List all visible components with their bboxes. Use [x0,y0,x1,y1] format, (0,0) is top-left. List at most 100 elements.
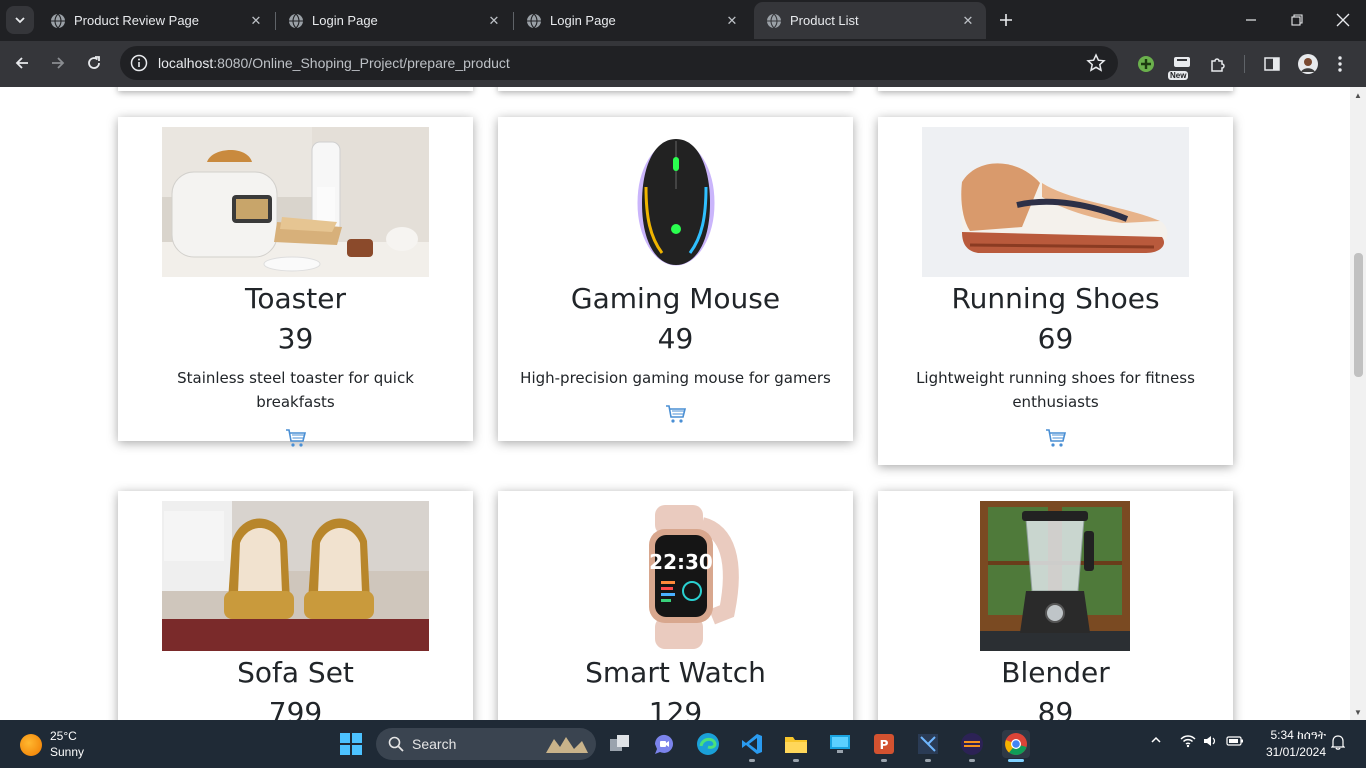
running-indicator [1008,759,1024,762]
weather-condition[interactable]: Sunny [50,745,84,759]
taskbar-search-box[interactable]: Search [376,728,596,760]
vscode-icon[interactable] [738,730,766,762]
reload-button[interactable] [79,48,109,78]
notification-bell-icon[interactable] [1330,734,1346,753]
profile-avatar[interactable] [1296,52,1320,76]
sofa-set-image [162,501,429,651]
blender-image [922,501,1189,651]
page-scrollbar[interactable]: ▲ ▼ [1350,87,1366,720]
windows-taskbar: 25°C Sunny Search P 5:34 ከሰዓት 31/01/2024 [0,720,1366,768]
globe-icon [766,13,782,29]
running-indicator [925,759,931,762]
close-window-button[interactable] [1320,0,1366,40]
restore-icon [1291,14,1303,26]
product-name: Running Shoes [951,282,1160,315]
product-price: 89 [1037,696,1074,720]
tab-title: Login Page [550,13,616,28]
tab-title: Product List [790,13,859,28]
product-name: Gaming Mouse [570,282,781,315]
product-price: 49 [657,322,694,355]
dev-tool-icon[interactable] [914,730,942,762]
arrow-right-icon [52,57,65,69]
task-view-icon[interactable] [606,730,634,758]
product-name: Smart Watch [585,656,766,689]
powerpoint-icon[interactable]: P [870,730,898,762]
product-price: 69 [1037,322,1074,355]
info-icon[interactable] [130,54,148,72]
toolbar-divider [1244,55,1245,73]
smart-watch-image: 22:30 [542,501,809,651]
close-icon [1336,13,1350,27]
close-tab-icon[interactable]: ✕ [720,9,744,33]
bookmark-star-icon[interactable] [1086,53,1106,73]
menu-kebab-icon[interactable] [1328,52,1352,76]
running-indicator [793,759,799,762]
edge-browser-icon[interactable] [694,730,722,758]
product-name: Sofa Set [237,656,354,689]
tab-strip: Product Review Page ✕ Login Page ✕ Login… [0,0,1366,41]
svg-text:22:30: 22:30 [649,550,713,574]
minimize-icon [1246,19,1256,21]
tab-product-list[interactable]: Product List ✕ [754,2,986,39]
chat-app-icon[interactable] [650,730,678,758]
scroll-down-arrow-icon[interactable]: ▼ [1350,704,1366,720]
tab-login-2[interactable]: Login Page ✕ [514,2,750,39]
reload-icon [88,56,100,69]
search-icon [388,736,404,752]
chevron-down-icon [15,17,25,24]
file-explorer-icon[interactable] [782,730,810,762]
product-card-partial [498,87,853,91]
new-tab-button[interactable] [994,8,1018,32]
product-card: Blender 89 [878,491,1233,720]
extension-green-icon[interactable] [1134,52,1158,76]
tab-title: Login Page [312,13,378,28]
forward-button[interactable] [43,48,73,78]
extension-new-icon[interactable]: New [1168,52,1194,80]
scroll-thumb[interactable] [1354,253,1363,377]
gaming-mouse-image [542,127,809,277]
sun-weather-icon[interactable] [20,734,42,756]
url-host: localhost [158,55,214,71]
toaster-image [162,127,429,277]
minimize-button[interactable] [1228,0,1274,40]
extensions-puzzle-icon[interactable] [1206,52,1230,76]
extension-badge: New [1168,71,1189,80]
scroll-up-arrow-icon[interactable]: ▲ [1350,87,1366,103]
page-viewport: Toaster 39 Stainless steel toaster for q… [0,87,1350,720]
close-tab-icon[interactable]: ✕ [482,9,506,33]
svg-text:P: P [880,738,889,752]
clock-time[interactable]: 5:34 ከሰዓት [1264,728,1326,743]
add-to-cart-icon[interactable] [1045,428,1067,448]
back-button[interactable] [7,48,37,78]
address-bar[interactable]: localhost:8080/Online_Shoping_Project/pr… [120,46,1118,80]
running-shoes-image [922,127,1189,277]
running-indicator [881,759,887,762]
tab-login-1[interactable]: Login Page ✕ [276,2,512,39]
browser-toolbar: localhost:8080/Online_Shoping_Project/pr… [0,41,1366,87]
side-panel-icon[interactable] [1260,52,1284,76]
chrome-browser-icon[interactable] [1002,730,1030,762]
product-card: Gaming Mouse 49 High-precision gaming mo… [498,117,853,441]
weather-temperature[interactable]: 25°C [50,729,77,743]
tray-chevron-up-icon[interactable] [1150,734,1162,749]
product-name: Blender [1001,656,1110,689]
tab-product-review[interactable]: Product Review Page ✕ [38,2,274,39]
search-label: Search [412,736,457,752]
eclipse-ide-icon[interactable] [958,730,986,762]
close-tab-icon[interactable]: ✕ [244,9,268,33]
globe-icon [50,13,66,29]
product-card: Running Shoes 69 Lightweight running sho… [878,117,1233,465]
remote-desktop-icon[interactable] [826,730,854,758]
wifi-icon[interactable] [1180,734,1196,751]
volume-icon[interactable] [1203,734,1217,751]
restore-button[interactable] [1274,0,1320,40]
add-to-cart-icon[interactable] [285,428,307,448]
close-tab-icon[interactable]: ✕ [956,9,980,33]
windows-start-icon[interactable] [337,730,365,758]
battery-icon[interactable] [1226,734,1244,751]
product-price: 39 [277,322,314,355]
product-card: Sofa Set 799 [118,491,473,720]
clock-date[interactable]: 31/01/2024 [1258,745,1326,759]
add-to-cart-icon[interactable] [665,404,687,424]
tab-search-button[interactable] [6,6,34,34]
